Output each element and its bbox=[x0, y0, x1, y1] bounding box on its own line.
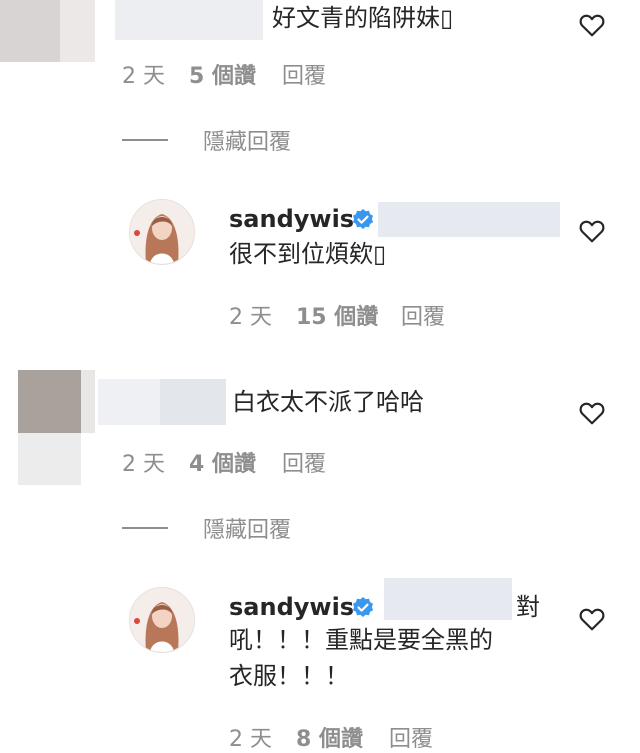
profile-avatar[interactable] bbox=[129, 199, 195, 265]
comment-time: 2 天 bbox=[122, 452, 165, 477]
heart-outline-icon[interactable] bbox=[579, 607, 605, 631]
comment-meta: 2 天 4 個讚 回覆 bbox=[122, 446, 362, 478]
comment-time: 2 天 bbox=[229, 727, 272, 752]
comment-text: 吼！！！重點是要全黑的 bbox=[229, 626, 493, 654]
heart-outline-icon[interactable] bbox=[579, 13, 605, 37]
comment-text: 很不到位煩欸▯ bbox=[229, 240, 387, 268]
redacted-username bbox=[160, 379, 226, 425]
comment-likes[interactable]: 5 個讚 bbox=[189, 58, 256, 90]
comment-likes[interactable]: 8 個讚 bbox=[296, 721, 363, 753]
hide-replies-button[interactable]: 隱藏回覆 bbox=[203, 512, 291, 544]
divider-line bbox=[122, 527, 168, 529]
reply-button[interactable]: 回覆 bbox=[282, 58, 326, 90]
comment-text: 白衣太不派了哈哈 bbox=[232, 388, 424, 416]
heart-outline-icon[interactable] bbox=[579, 401, 605, 425]
reply-button[interactable]: 回覆 bbox=[282, 446, 326, 478]
hide-replies-button[interactable]: 隱藏回覆 bbox=[203, 124, 291, 156]
comment-time: 2 天 bbox=[122, 64, 165, 89]
redacted-username bbox=[115, 0, 263, 40]
username[interactable]: sandywis bbox=[229, 205, 354, 233]
comment-time: 2 天 bbox=[229, 305, 272, 330]
comment-meta: 2 天 5 個讚 回覆 bbox=[122, 58, 362, 90]
reply-button[interactable]: 回覆 bbox=[389, 721, 433, 753]
comment-likes[interactable]: 15 個讚 bbox=[296, 299, 378, 331]
verified-badge-icon bbox=[353, 209, 373, 229]
redacted-text bbox=[378, 202, 560, 237]
comment-meta: 2 天 8 個讚 回覆 bbox=[229, 721, 469, 753]
redacted-avatar bbox=[81, 370, 95, 433]
divider-line bbox=[122, 139, 168, 141]
reply-button[interactable]: 回覆 bbox=[401, 299, 445, 331]
username[interactable]: sandywis bbox=[229, 593, 354, 621]
redacted-avatar bbox=[18, 433, 81, 485]
comment-text: 衣服！！！ bbox=[229, 662, 349, 690]
heart-outline-icon[interactable] bbox=[579, 219, 605, 243]
comment-meta: 2 天 15 個讚 回覆 bbox=[229, 299, 469, 331]
verified-badge-icon bbox=[353, 597, 373, 617]
comment-text-inline: 對 bbox=[516, 593, 540, 621]
profile-avatar[interactable] bbox=[129, 587, 195, 653]
redacted-avatar bbox=[18, 370, 81, 433]
redacted-avatar-overlay bbox=[60, 0, 95, 62]
comment-likes[interactable]: 4 個讚 bbox=[189, 446, 256, 478]
comment-text: 好文青的陷阱妹▯ bbox=[272, 4, 454, 32]
redacted-text bbox=[384, 578, 512, 620]
